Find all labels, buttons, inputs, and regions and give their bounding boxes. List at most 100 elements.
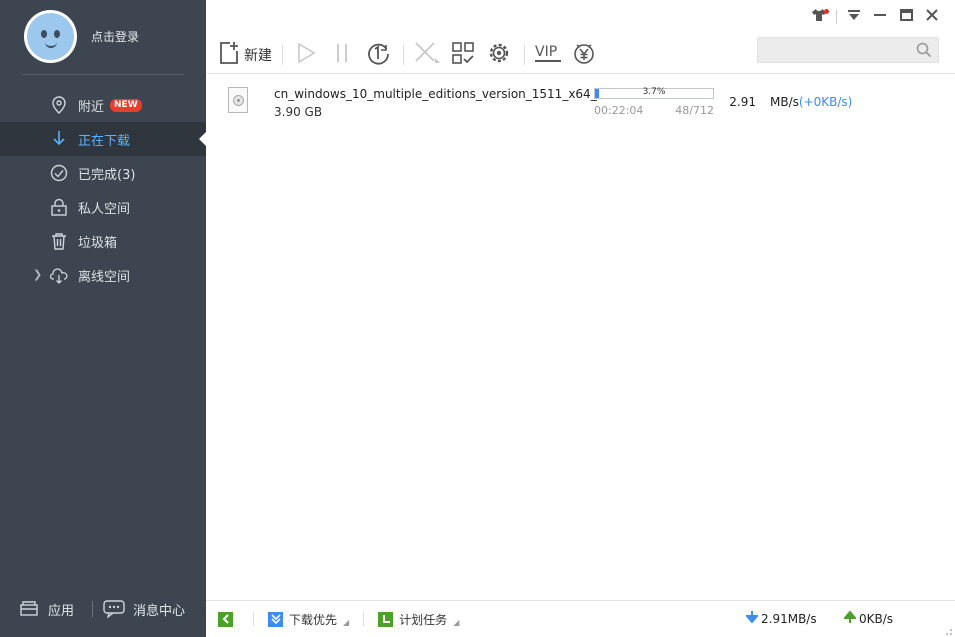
login-link[interactable]: 点击登录 <box>91 28 139 45</box>
sidebar-item-label: 附近 <box>78 99 105 115</box>
sidebar-item-label: 正在下载 <box>78 133 131 149</box>
toolbar-separator <box>403 44 404 65</box>
notification-dot <box>824 9 829 14</box>
download-priority-button[interactable]: 下载优先 ◢ <box>268 611 349 628</box>
sidebar-item-private-space[interactable]: 私人空间 <box>0 190 206 224</box>
vip-icon: VIP <box>534 41 562 69</box>
priority-arrow-icon <box>268 611 283 627</box>
message-center-label: 消息中心 <box>133 603 186 619</box>
statusbar-separator <box>363 612 365 626</box>
controls-separator <box>836 10 837 24</box>
close-button[interactable] <box>919 6 945 28</box>
download-speed-arrow-icon <box>744 611 760 626</box>
resize-grip-icon[interactable] <box>943 625 953 635</box>
dropdown-triangle-icon: ◢ <box>343 617 350 627</box>
maximize-button[interactable] <box>893 6 919 28</box>
gear-icon <box>487 41 511 69</box>
file-size: 3.90 GB <box>274 105 323 119</box>
apps-box-icon <box>18 600 40 618</box>
download-arrow-icon <box>50 130 68 148</box>
message-center-button[interactable]: 消息中心 <box>103 600 185 619</box>
new-badge: NEW <box>110 98 142 112</box>
toolbar: 新建 VIP <box>206 36 955 74</box>
statusbar-separator <box>253 612 254 626</box>
progress-percent: 3.7% <box>642 87 666 97</box>
single-task-button[interactable] <box>363 40 393 70</box>
total-download-speed-value: 2.91MB/s <box>761 611 817 626</box>
sidebar-nav: 附近 NEW 正在下载 已完成(3) 私人空间 垃圾箱 ❯ 离线空间 <box>0 88 206 292</box>
minimize-button[interactable] <box>867 6 893 28</box>
vip-button[interactable]: VIP <box>533 40 563 70</box>
apps-button[interactable]: 应用 <box>18 600 74 619</box>
upload-speed-arrow-icon <box>842 610 858 626</box>
sidebar-item-label: 已完成(3) <box>78 167 136 183</box>
lock-icon <box>50 198 68 216</box>
speed-unit-text: MB/s <box>770 95 799 109</box>
delete-x-icon <box>413 41 441 69</box>
yuan-coin-icon <box>571 40 597 70</box>
sidebar-item-completed[interactable]: 已完成(3) <box>0 156 206 190</box>
select-all-button[interactable] <box>448 40 478 70</box>
pause-button[interactable] <box>327 40 357 70</box>
download-speed-value: 2.91 <box>729 95 756 109</box>
skin-button[interactable] <box>806 6 832 28</box>
download-priority-label: 下载优先 <box>289 612 338 627</box>
toolbar-separator <box>282 44 283 65</box>
new-task-button[interactable]: 新建 <box>218 40 272 70</box>
check-circle-icon <box>50 164 68 182</box>
settings-button[interactable] <box>484 40 514 70</box>
download-list: cn_windows_10_multiple_editions_version_… <box>206 75 955 595</box>
grid-check-icon <box>451 41 475 69</box>
chat-bubble-icon <box>103 600 125 618</box>
total-download-speed: 2.91MB/s <box>744 611 817 626</box>
location-pin-icon <box>50 96 68 114</box>
total-upload-speed-value: 0KB/s <box>859 611 894 626</box>
new-task-label: 新建 <box>244 47 272 64</box>
play-icon <box>296 42 316 68</box>
sidebar-item-trash[interactable]: 垃圾箱 <box>0 224 206 258</box>
disc-image-file-icon <box>228 87 248 113</box>
dropdown-triangle-icon: ◢ <box>453 617 460 627</box>
chevron-right-icon[interactable]: ❯ <box>33 268 42 281</box>
search-box[interactable] <box>757 37 939 63</box>
scheduled-task-label: 计划任务 <box>399 612 448 627</box>
avatar[interactable] <box>24 10 77 63</box>
window-controls <box>806 6 945 28</box>
new-file-icon <box>218 41 240 69</box>
menu-dropdown-button[interactable] <box>841 6 867 28</box>
acceleration-speed: (+0KB/s) <box>798 95 853 109</box>
download-row[interactable]: cn_windows_10_multiple_editions_version_… <box>206 83 955 123</box>
pause-icon <box>334 42 350 68</box>
sidebar-item-label: 私人空间 <box>78 201 131 217</box>
close-icon <box>926 9 938 25</box>
avatar-face-icon <box>27 13 74 60</box>
clock-schedule-icon <box>378 611 394 627</box>
collapse-sidebar-button[interactable] <box>218 611 239 627</box>
search-icon[interactable] <box>916 42 932 62</box>
sidebar-item-offline-space[interactable]: ❯ 离线空间 <box>0 258 206 292</box>
bottom-separator <box>92 601 94 617</box>
delete-button[interactable] <box>412 40 442 70</box>
sidebar-bottom-bar: 应用 消息中心 <box>0 596 206 622</box>
chevron-left-icon <box>218 611 233 627</box>
sidebar-item-label: 垃圾箱 <box>78 235 118 251</box>
dropdown-menu-icon <box>847 9 861 25</box>
search-input[interactable] <box>758 38 908 62</box>
piece-count: 48/712 <box>675 104 714 117</box>
download-speed-unit: MB/s(+0KB/s) <box>770 95 852 109</box>
number-one-circle-icon <box>366 41 390 69</box>
svg-text:VIP: VIP <box>535 44 557 60</box>
sidebar-item-nearby[interactable]: 附近 NEW <box>0 88 206 122</box>
scheduled-task-button[interactable]: 计划任务 ◢ <box>378 611 459 628</box>
sidebar-item-downloading[interactable]: 正在下载 <box>0 122 206 156</box>
total-upload-speed: 0KB/s <box>842 610 894 626</box>
apps-label: 应用 <box>48 603 75 619</box>
minimize-icon <box>874 9 886 25</box>
wallet-button[interactable] <box>569 40 599 70</box>
cloud-download-icon <box>50 266 68 284</box>
start-button[interactable] <box>291 40 321 70</box>
progress-bar: 3.7% <box>594 87 714 99</box>
status-bar: 下载优先 ◢ 计划任务 ◢ 2.91MB/s 0KB/s <box>206 600 955 637</box>
elapsed-time: 00:22:04 <box>594 104 644 117</box>
sidebar-divider <box>22 74 184 75</box>
